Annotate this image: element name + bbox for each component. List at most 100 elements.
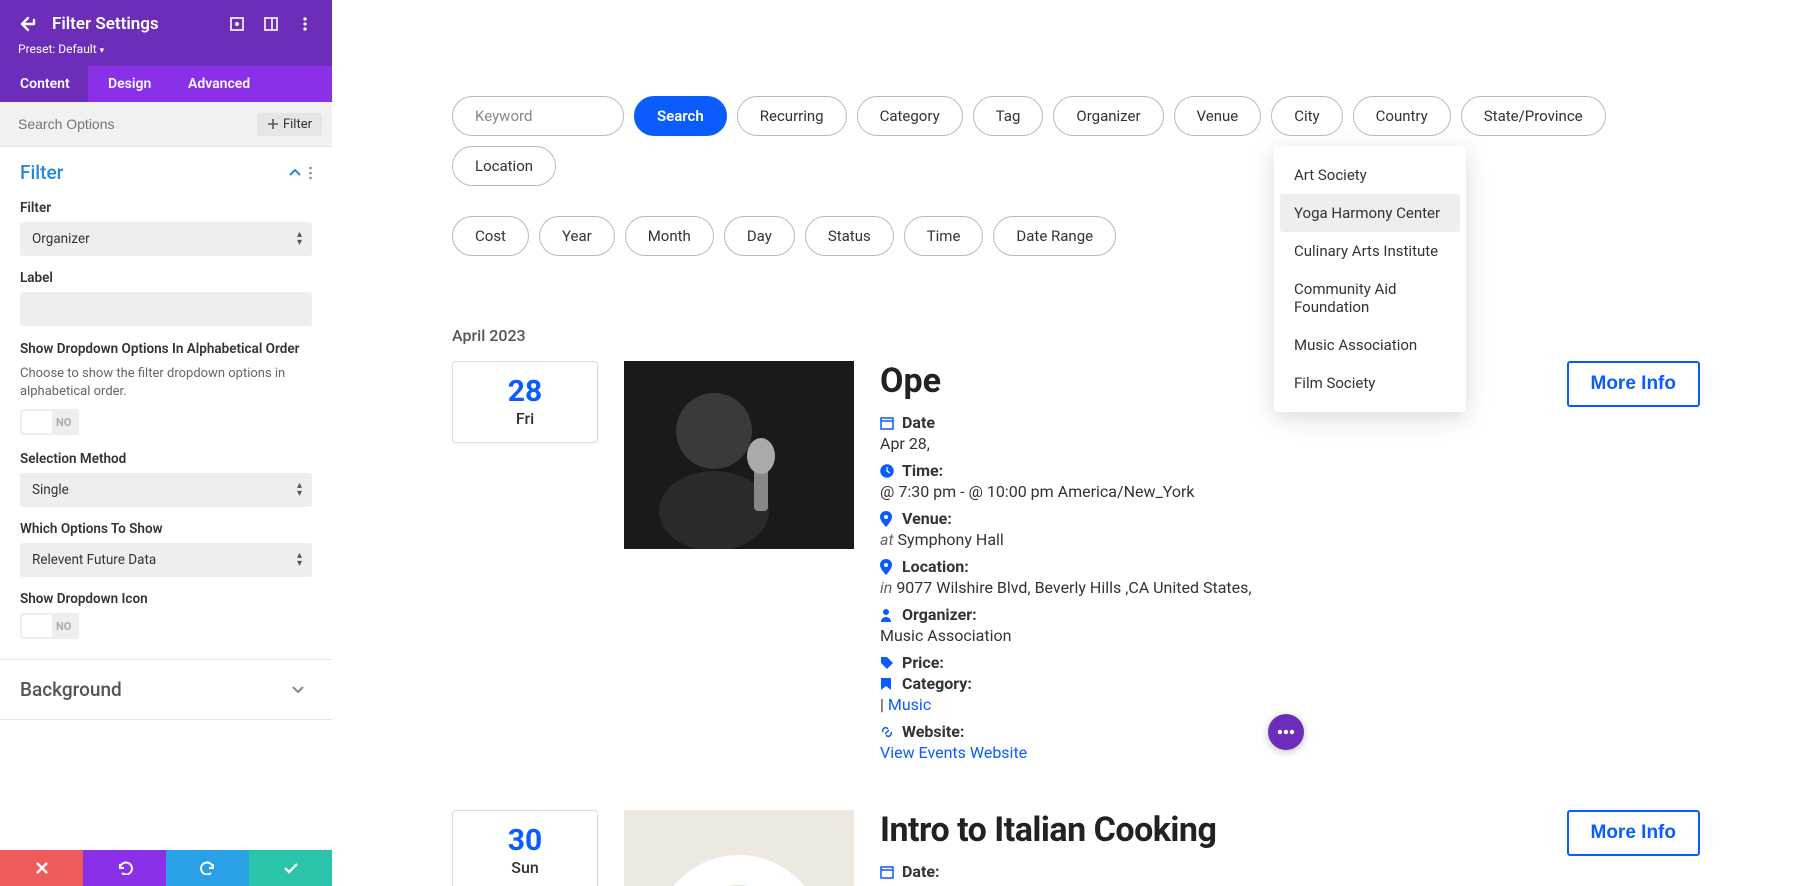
calendar-icon bbox=[880, 865, 896, 879]
section-more-icon[interactable] bbox=[309, 166, 312, 180]
toggle-knob bbox=[22, 411, 52, 433]
label-input[interactable] bbox=[20, 292, 312, 326]
pill-city[interactable]: City bbox=[1271, 96, 1342, 136]
chevron-up-icon bbox=[289, 169, 301, 177]
dropdown-icon-toggle[interactable]: NO bbox=[20, 613, 79, 639]
add-filter-button[interactable]: Filter bbox=[257, 113, 322, 136]
organizer-dropdown: Art Society Yoga Harmony Center Culinary… bbox=[1274, 146, 1466, 412]
filter-field-label: Filter bbox=[20, 200, 312, 216]
filter-pills-row-1: Keyword Search Recurring Category Tag Or… bbox=[452, 96, 1700, 186]
settings-panel: Filter Filter Organizer ▴▾ Label Show Dr… bbox=[0, 147, 332, 850]
pill-date-range[interactable]: Date Range bbox=[993, 216, 1116, 256]
expand-icon[interactable] bbox=[228, 15, 246, 33]
pill-day[interactable]: Day bbox=[724, 216, 795, 256]
date-number: 28 bbox=[453, 374, 597, 409]
pill-tag[interactable]: Tag bbox=[973, 96, 1044, 136]
date-day: Sun bbox=[453, 858, 597, 877]
event-row: 30 Sun Intro to Italian Cooking More Inf… bbox=[452, 810, 1700, 886]
label-field-label: Label bbox=[20, 270, 312, 286]
event-time: @ 7:30 pm - @ 10:00 pm America/New_York bbox=[880, 482, 1700, 501]
person-icon bbox=[880, 608, 896, 622]
background-section-header[interactable]: Background bbox=[0, 660, 332, 719]
sidebar-title: Filter Settings bbox=[52, 14, 228, 34]
select-arrows-icon: ▴▾ bbox=[297, 482, 302, 498]
event-image bbox=[624, 810, 854, 886]
dropdown-item[interactable]: Music Association bbox=[1280, 326, 1460, 364]
alpha-order-toggle[interactable]: NO bbox=[20, 409, 79, 435]
more-info-button[interactable]: More Info bbox=[1567, 361, 1701, 407]
pin-icon bbox=[880, 511, 896, 527]
sidebar-header: Filter Settings Preset: Default ▾ bbox=[0, 0, 332, 66]
layout-icon[interactable] bbox=[262, 15, 280, 33]
discard-button[interactable] bbox=[0, 850, 83, 886]
event-title: Intro to Italian Cooking bbox=[880, 810, 1216, 850]
back-icon[interactable] bbox=[18, 12, 42, 36]
event-body: Ope More Info Date Apr 28, Time: @ 7:30 … bbox=[880, 361, 1700, 770]
pill-cost[interactable]: Cost bbox=[452, 216, 529, 256]
search-options-input[interactable] bbox=[10, 112, 257, 136]
dropdown-item[interactable]: Culinary Arts Institute bbox=[1280, 232, 1460, 270]
event-date: Apr 28, bbox=[880, 434, 1700, 453]
dropdown-item[interactable]: Film Society bbox=[1280, 364, 1460, 402]
preset-dropdown[interactable]: Preset: Default ▾ bbox=[18, 42, 314, 56]
filter-select[interactable]: Organizer ▴▾ bbox=[20, 222, 312, 256]
event-venue: at Symphony Hall bbox=[880, 530, 1700, 549]
event-location: in 9077 Wilshire Blvd, Beverly Hills ,CA… bbox=[880, 578, 1700, 597]
pill-month[interactable]: Month bbox=[625, 216, 714, 256]
keyword-input[interactable]: Keyword bbox=[452, 96, 624, 136]
alpha-order-desc: Choose to show the filter dropdown optio… bbox=[20, 365, 312, 401]
pill-organizer[interactable]: Organizer bbox=[1053, 96, 1163, 136]
link-icon bbox=[880, 725, 896, 739]
toggle-knob bbox=[22, 615, 52, 637]
main-content: Keyword Search Recurring Category Tag Or… bbox=[332, 0, 1800, 886]
search-button[interactable]: Search bbox=[634, 96, 727, 136]
floating-action-button[interactable] bbox=[1268, 714, 1304, 750]
date-card: 28 Fri bbox=[452, 361, 598, 443]
pill-time[interactable]: Time bbox=[904, 216, 984, 256]
redo-button[interactable] bbox=[166, 850, 249, 886]
event-image bbox=[624, 361, 854, 549]
pill-location[interactable]: Location bbox=[452, 146, 556, 186]
date-day: Fri bbox=[453, 409, 597, 428]
date-card: 30 Sun bbox=[452, 810, 598, 886]
alpha-order-label: Show Dropdown Options In Alphabetical Or… bbox=[20, 340, 312, 359]
pill-country[interactable]: Country bbox=[1353, 96, 1451, 136]
event-body: Intro to Italian Cooking More Info Date: bbox=[880, 810, 1700, 883]
save-button[interactable] bbox=[249, 850, 332, 886]
pill-recurring[interactable]: Recurring bbox=[737, 96, 847, 136]
chevron-down-icon bbox=[292, 686, 304, 694]
dropdown-item[interactable]: Yoga Harmony Center bbox=[1280, 194, 1460, 232]
tag-icon bbox=[880, 656, 896, 670]
pill-venue[interactable]: Venue bbox=[1174, 96, 1262, 136]
more-info-button[interactable]: More Info bbox=[1567, 810, 1701, 856]
pin-icon bbox=[880, 559, 896, 575]
which-options-select[interactable]: Relevent Future Data ▴▾ bbox=[20, 543, 312, 577]
filter-section-header[interactable]: Filter bbox=[0, 147, 332, 190]
filter-pills-row-2: Cost Year Month Day Status Time Date Ran… bbox=[452, 216, 1700, 256]
pill-category[interactable]: Category bbox=[857, 96, 963, 136]
select-arrows-icon: ▴▾ bbox=[297, 552, 302, 568]
dropdown-icon-label: Show Dropdown Icon bbox=[20, 591, 312, 607]
clock-icon bbox=[880, 464, 896, 478]
month-heading: April 2023 bbox=[452, 326, 1700, 345]
undo-button[interactable] bbox=[83, 850, 166, 886]
pill-status[interactable]: Status bbox=[805, 216, 894, 256]
bookmark-icon bbox=[880, 677, 896, 691]
which-options-label: Which Options To Show bbox=[20, 521, 312, 537]
event-title: Ope bbox=[880, 361, 941, 401]
selection-method-select[interactable]: Single ▴▾ bbox=[20, 473, 312, 507]
pill-state[interactable]: State/Province bbox=[1461, 96, 1606, 136]
more-icon[interactable] bbox=[296, 15, 314, 33]
tab-design[interactable]: Design bbox=[88, 66, 168, 102]
dropdown-item[interactable]: Art Society bbox=[1280, 156, 1460, 194]
tab-advanced[interactable]: Advanced bbox=[168, 66, 268, 102]
date-number: 30 bbox=[453, 823, 597, 858]
dropdown-item[interactable]: Community Aid Foundation bbox=[1280, 270, 1460, 326]
pill-year[interactable]: Year bbox=[539, 216, 615, 256]
event-row: 28 Fri Ope More Info Date Apr 28, Time: … bbox=[452, 361, 1700, 770]
event-organizer: Music Association bbox=[880, 626, 1700, 645]
search-options-row: Filter bbox=[0, 102, 332, 147]
settings-tabs: Content Design Advanced bbox=[0, 66, 332, 102]
select-arrows-icon: ▴▾ bbox=[297, 231, 302, 247]
tab-content[interactable]: Content bbox=[0, 66, 88, 102]
